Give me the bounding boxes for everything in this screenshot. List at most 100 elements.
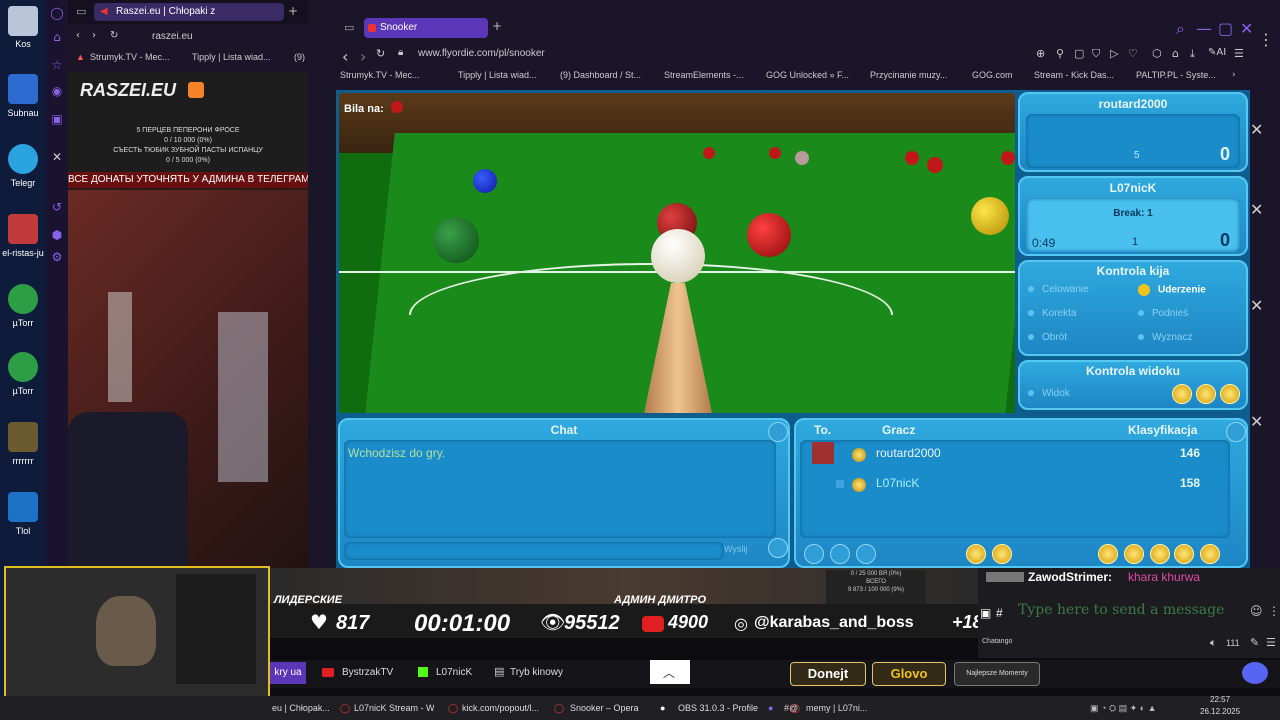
more-icon[interactable]: ⋮ (1268, 604, 1280, 618)
recycle-bin-icon[interactable] (8, 6, 38, 36)
more-icon[interactable]: ⋮ (1258, 30, 1274, 49)
play-icon[interactable]: ▷ (1110, 47, 1118, 60)
new-tab-icon[interactable]: + (492, 19, 502, 33)
url-field[interactable]: raszei.eu (152, 31, 193, 42)
option-aim[interactable]: Celowanie (1028, 284, 1089, 295)
taskbar-item[interactable]: kick.com/popout/l... (462, 698, 542, 718)
player-name[interactable]: L07nicK (876, 476, 919, 490)
discord-icon[interactable] (1242, 662, 1268, 684)
pin-icon[interactable]: ⚲ (1056, 47, 1064, 60)
taskbar-item[interactable]: memy | L07ni... (806, 698, 886, 718)
view-reset-icon[interactable] (1220, 384, 1240, 404)
best-moments-button[interactable]: Najlepsze Momenty (954, 662, 1040, 686)
close-icon[interactable]: ✕ (1250, 120, 1263, 139)
option-correction[interactable]: Korekta (1028, 308, 1076, 319)
chat-input[interactable] (344, 542, 724, 560)
chevron-up-icon[interactable] (768, 422, 788, 442)
bookmark[interactable]: (9) Dashboard / St... (560, 70, 641, 80)
home-icon[interactable]: ⌂ (50, 30, 64, 44)
help-icon[interactable] (1174, 544, 1194, 564)
exit-icon[interactable] (1200, 544, 1220, 564)
bookmark[interactable]: StreamElements -... (664, 70, 744, 80)
player-icon[interactable]: ▣ (50, 112, 64, 126)
back-icon[interactable]: ‹ (342, 47, 348, 66)
donate-button[interactable]: Donejt (790, 662, 866, 686)
glovo-button[interactable]: Glovo (872, 662, 946, 686)
tool-icon[interactable] (8, 492, 38, 522)
messenger-icon[interactable]: ◉ (50, 84, 64, 98)
bookmark[interactable]: GOG.com (972, 70, 1013, 80)
snooker-table[interactable]: Bila na: (339, 93, 1015, 413)
collapse-button[interactable]: ︿ (650, 660, 690, 684)
view-rotate-icon[interactable] (1196, 384, 1216, 404)
option-raise[interactable]: Podnieś (1138, 308, 1188, 319)
close-icon[interactable]: ✕ (1240, 19, 1253, 38)
reload-icon[interactable]: ↻ (376, 47, 385, 60)
more-bookmarks-icon[interactable]: › (1232, 70, 1236, 80)
utorrent-icon[interactable] (8, 352, 38, 382)
tab-kry[interactable]: kry ua (270, 662, 306, 684)
option-strike[interactable]: Uderzenie (1138, 284, 1206, 296)
table-icon[interactable] (1098, 544, 1118, 564)
tool-icon[interactable] (856, 544, 876, 564)
taskbar-item[interactable]: L07nicK Stream - W... (354, 698, 434, 718)
download-icon[interactable]: ⤓ (1190, 47, 1195, 61)
url-field[interactable]: www.flyordie.com/pl/snooker (418, 48, 545, 59)
settings-icon[interactable]: ⚙ (50, 250, 64, 264)
minimize-icon[interactable]: — (1196, 19, 1212, 38)
trophy-icon[interactable] (1124, 544, 1144, 564)
reload-icon[interactable]: ↻ (110, 30, 118, 41)
tray-icons[interactable]: ▣ ◔ ⛭ ▤ ✦ ◐ ▲ (1090, 698, 1180, 718)
settings-icon[interactable] (966, 544, 986, 564)
view-move-icon[interactable] (1172, 384, 1192, 404)
option-rotate[interactable]: Obrót (1028, 332, 1067, 343)
tab-bystrzak[interactable]: BystrzakTV (342, 667, 393, 678)
taskbar-item[interactable]: eu | Chłopak... (272, 698, 334, 718)
tab-snooker[interactable]: Snooker (364, 18, 488, 38)
player-name[interactable]: routard2000 (876, 446, 941, 460)
video-file-icon[interactable] (8, 214, 38, 244)
tool-icon[interactable] (830, 544, 850, 564)
tab-raszei[interactable]: ◀ Raszei.eu | Chłopaki z (94, 3, 284, 21)
heart-icon[interactable]: ♡ (1128, 47, 1138, 60)
star-icon[interactable]: ☆ (50, 58, 64, 72)
subnautica-icon[interactable] (8, 74, 38, 104)
bookmark[interactable]: GOG Unlocked » F... (766, 70, 849, 80)
forward-icon[interactable]: › (360, 47, 366, 66)
bookmark[interactable]: Strumyk.TV - Mec... (90, 52, 170, 62)
clock[interactable]: 22:57 26.12.2025 (1200, 694, 1240, 716)
send-button[interactable]: Wyślij (724, 544, 747, 554)
zoom-icon[interactable]: ⊕ (1036, 47, 1045, 60)
tab-cinema[interactable]: Tryb kinowy (510, 667, 563, 678)
bookmark[interactable]: Strumyk.TV - Mec... (340, 70, 420, 80)
bookmark[interactable]: (9) (294, 52, 305, 62)
chat-icon[interactable] (1150, 544, 1170, 564)
maximize-icon[interactable]: ▢ (1218, 19, 1233, 38)
bookmark[interactable]: Tipply | Lista wiad... (458, 70, 537, 80)
option-designate[interactable]: Wyznacz (1138, 332, 1192, 343)
telegram-icon[interactable] (8, 144, 38, 174)
bookmark[interactable]: PALTIP.PL - Syste... (1136, 70, 1216, 80)
back-icon[interactable]: ‹ (76, 30, 80, 41)
bookmark[interactable]: Przycinanie muzy... (870, 70, 947, 80)
wallet-icon[interactable]: ⌂ (1172, 47, 1179, 60)
taskbar-item[interactable]: OBS 31.0.3 - Profile... (678, 698, 758, 718)
tab-l07nick[interactable]: L07nicK (436, 667, 472, 678)
menu-icon[interactable]: ☰ (1266, 636, 1276, 649)
tool-icon[interactable] (804, 544, 824, 564)
message-input[interactable]: Type here to send a message (1012, 598, 1246, 624)
close-icon[interactable]: ✕ (1250, 200, 1263, 219)
history-icon[interactable]: ↺ (50, 200, 64, 214)
opera-logo-icon[interactable]: ◯ (50, 6, 64, 20)
shield-icon[interactable]: ⛉ (1092, 47, 1100, 61)
bookmark[interactable]: Tipply | Lista wiad... (192, 52, 271, 62)
taskbar-item[interactable]: Snooker – Opera (570, 698, 650, 718)
utorrent-icon[interactable] (8, 284, 38, 314)
tabs-icon[interactable]: ▭ (344, 21, 354, 34)
sound-icon[interactable] (992, 544, 1012, 564)
menu-icon[interactable]: ☰ (1234, 47, 1244, 60)
pen-icon[interactable]: ✎ (1250, 636, 1259, 649)
x-icon[interactable]: ✕ (50, 150, 64, 164)
close-icon[interactable]: ✕ (1250, 296, 1263, 315)
option-view[interactable]: Widok (1028, 388, 1070, 399)
